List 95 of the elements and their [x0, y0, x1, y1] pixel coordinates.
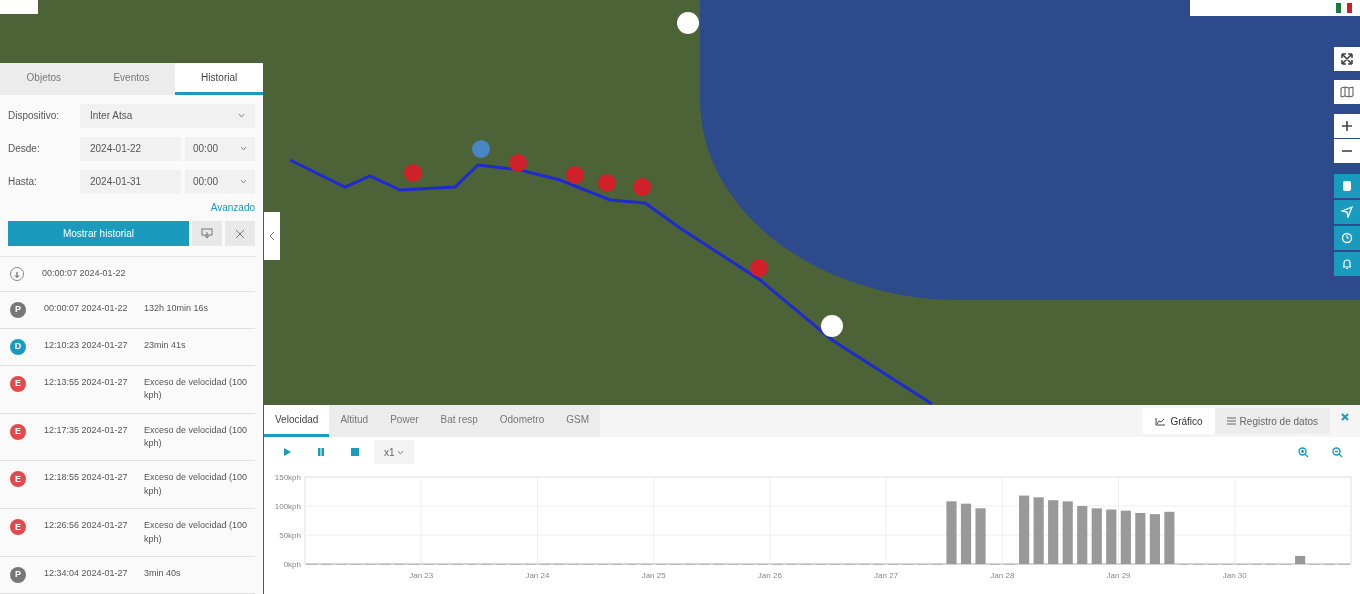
- y-tick-label: 100kph: [274, 502, 301, 511]
- field-label: Hasta:: [8, 175, 38, 189]
- sidebar-tab[interactable]: Eventos: [87, 63, 176, 95]
- caret-icon: [240, 146, 247, 151]
- zoom-out-button[interactable]: [1334, 139, 1360, 163]
- history-item[interactable]: P 12:34:04 2024-01-27 3min 40s: [0, 557, 255, 594]
- fullscreen-button[interactable]: [1334, 47, 1360, 71]
- caret-icon: [240, 179, 247, 184]
- zoom-in-icon: [1297, 446, 1309, 458]
- sidebar-tab[interactable]: Objetos: [0, 63, 88, 95]
- x-tick-label: Jan 25: [641, 571, 666, 580]
- caret-icon: [238, 113, 245, 118]
- dropdown-field[interactable]: 2024-01-22: [80, 136, 181, 161]
- close-icon: [1341, 413, 1349, 421]
- event-badge: D: [10, 338, 26, 355]
- x-tick-label: Jan 23: [409, 571, 434, 580]
- x-tick-label: Jan 27: [874, 571, 899, 580]
- chart-tab[interactable]: Power: [379, 405, 430, 437]
- speed-bar: [1048, 500, 1059, 564]
- dropdown-field[interactable]: Inter Atsa: [80, 103, 255, 128]
- speed-bar: [1106, 509, 1117, 564]
- speed-bar: [1295, 555, 1306, 564]
- map-layers-icon: [1340, 86, 1354, 98]
- history-item[interactable]: P 00:00:07 2024-01-22 132h 10min 16s: [0, 292, 255, 329]
- event-badge: P: [10, 567, 26, 584]
- chart-tab[interactable]: GSM: [555, 405, 601, 437]
- device-button[interactable]: [1334, 174, 1360, 198]
- device-icon: [1342, 180, 1352, 192]
- speed-bar: [975, 508, 986, 564]
- caret-icon: [397, 450, 405, 456]
- event-badge: E: [10, 519, 26, 536]
- speed-bar: [1033, 497, 1044, 564]
- history-item[interactable]: E 12:13:55 2024-01-27 Exceso de velocidad (100 kph): [0, 365, 255, 414]
- history-item[interactable]: 00:00:07 2024-01-22: [0, 257, 255, 292]
- pause-icon: [316, 447, 326, 457]
- fullscreen-icon: [1341, 53, 1353, 65]
- send-button[interactable]: [1334, 200, 1360, 224]
- field-label: Dispositivo:: [8, 109, 61, 123]
- sidebar-tab[interactable]: Historial: [175, 63, 263, 95]
- send-icon: [1341, 206, 1353, 218]
- chart-tab[interactable]: Altitud: [329, 405, 380, 437]
- time-dropdown[interactable]: 00:00: [185, 136, 255, 161]
- play-icon: [282, 447, 292, 457]
- speed-bar: [1019, 495, 1030, 564]
- speed-bar: [1135, 512, 1146, 564]
- history-item[interactable]: D 12:10:23 2024-01-27 23min 41s: [0, 328, 255, 366]
- event-badge: E: [10, 375, 26, 392]
- speed-bar: [1164, 511, 1175, 564]
- bell-button[interactable]: [1334, 252, 1360, 276]
- speed-bar: [1149, 514, 1160, 564]
- close-button[interactable]: [225, 221, 255, 246]
- x-tick-label: Jan 26: [757, 571, 782, 580]
- x-tick-label: Jan 29: [1106, 571, 1131, 580]
- y-tick-label: 0kph: [283, 560, 301, 569]
- list-icon: [1226, 417, 1236, 425]
- line-chart-icon: [1155, 416, 1167, 426]
- event-badge: E: [10, 471, 26, 488]
- speed-bar: [1062, 501, 1073, 564]
- bell-icon: [1341, 258, 1353, 270]
- chart-tab[interactable]: Odometro: [488, 405, 556, 437]
- collapse-icon: [269, 231, 275, 241]
- x-tick-label: Jan 24: [525, 571, 550, 580]
- export-icon: [201, 228, 213, 239]
- dropdown-field[interactable]: 2024-01-31: [80, 169, 181, 194]
- close-icon: [235, 228, 245, 239]
- view-tab[interactable]: Gráfico: [1143, 408, 1215, 434]
- y-tick-label: 150kph: [274, 473, 301, 482]
- history-item[interactable]: E 12:17:35 2024-01-27 Exceso de velocidad (100 kph): [0, 413, 255, 462]
- zoom-in-icon: [1341, 120, 1353, 132]
- history-icon: [1341, 232, 1353, 244]
- speed-bar: [960, 503, 972, 564]
- x-tick-label: Jan 28: [990, 571, 1015, 580]
- speed-bar: [1077, 506, 1088, 564]
- x-tick-label: Jan 30: [1222, 571, 1247, 580]
- speed-bar: [1120, 510, 1131, 564]
- event-badge: E: [10, 423, 26, 440]
- speed-bar: [1091, 508, 1102, 564]
- history-item[interactable]: E 12:18:55 2024-01-27 Exceso de velocidad (100 kph): [0, 461, 255, 510]
- chart-tab[interactable]: Velocidad: [264, 405, 330, 437]
- zoom-in-button[interactable]: [1334, 114, 1360, 138]
- history-button[interactable]: [1334, 226, 1360, 250]
- field-label: Desde:: [8, 142, 41, 156]
- map-layers-button[interactable]: [1334, 80, 1360, 104]
- stop-icon: [350, 447, 360, 457]
- event-badge: P: [10, 302, 26, 318]
- speed-dropdown[interactable]: x1: [374, 440, 415, 464]
- export-button[interactable]: [192, 221, 222, 246]
- flag-icon[interactable]: [1336, 3, 1352, 13]
- zoom-out-icon: [1331, 446, 1343, 458]
- y-tick-label: 50kph: [279, 531, 301, 540]
- history-item[interactable]: E 12:26:56 2024-01-27 Exceso de velocidad (100 kph): [0, 509, 255, 558]
- chart-tab[interactable]: Bat resp: [429, 405, 489, 437]
- speed-bar: [946, 501, 957, 564]
- view-tab[interactable]: Registro de datos: [1214, 408, 1330, 434]
- time-dropdown[interactable]: 00:00: [185, 169, 255, 194]
